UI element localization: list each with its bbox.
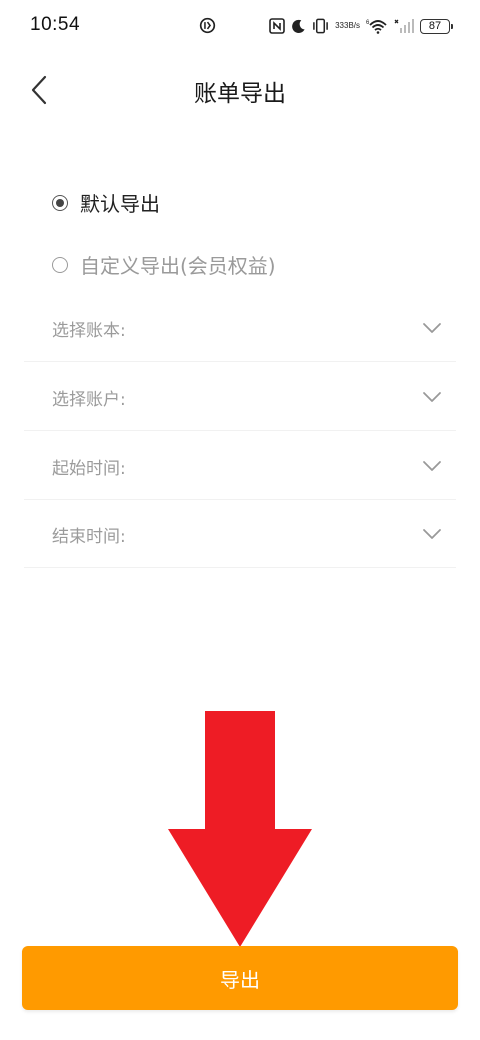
select-ledger-label: 选择账本: — [52, 321, 126, 341]
status-bar: 10:54 333 B/s 6 87 — [0, 0, 480, 54]
net-speed-unit: B/s — [348, 21, 360, 30]
red-down-arrow-icon — [168, 711, 312, 947]
radio-custom-export[interactable]: 自定义导出(会员权益) — [52, 250, 276, 279]
select-ledger[interactable]: 选择账本: — [24, 294, 456, 362]
select-account-label: 选择账户: — [52, 390, 126, 410]
export-button-label: 导出 — [220, 967, 260, 992]
battery-icon: 87 — [420, 18, 453, 34]
svg-text:6: 6 — [366, 20, 370, 26]
chevron-down-icon — [423, 529, 441, 539]
moon-icon — [291, 19, 306, 34]
battery-level: 87 — [428, 20, 442, 32]
net-speed: 333 B/s — [335, 22, 360, 30]
select-end-time[interactable]: 结束时间: — [24, 500, 456, 568]
radio-default-export[interactable]: 默认导出 — [52, 188, 160, 217]
wifi-icon: 6 — [366, 18, 388, 34]
select-start-time-label: 起始时间: — [52, 459, 126, 479]
radio-default-export-label: 默认导出 — [80, 192, 160, 216]
select-start-time[interactable]: 起始时间: — [24, 432, 456, 500]
chevron-down-icon — [423, 323, 441, 333]
screen: 10:54 333 B/s 6 87 账单导出 默认导出 自定义导出(会员权益)… — [0, 0, 480, 1040]
export-button[interactable]: 导出 — [22, 946, 458, 1010]
net-speed-value: 333 — [335, 21, 349, 30]
chevron-down-icon — [423, 461, 441, 471]
page-title: 账单导出 — [194, 81, 286, 107]
select-account[interactable]: 选择账户: — [24, 363, 456, 431]
vibrate-icon — [312, 18, 329, 34]
radio-custom-export-label: 自定义导出(会员权益) — [80, 254, 276, 278]
radio-unselected-icon — [52, 256, 68, 273]
status-time: 10:54 — [30, 14, 81, 35]
chevron-down-icon — [423, 392, 441, 402]
header: 账单导出 — [0, 60, 480, 120]
data-saver-icon — [199, 17, 216, 34]
radio-selected-icon — [52, 194, 68, 211]
select-end-time-label: 结束时间: — [52, 527, 126, 547]
status-icons: 333 B/s 6 87 — [269, 14, 453, 38]
signal-icon — [394, 18, 414, 34]
nfc-icon — [269, 18, 285, 34]
